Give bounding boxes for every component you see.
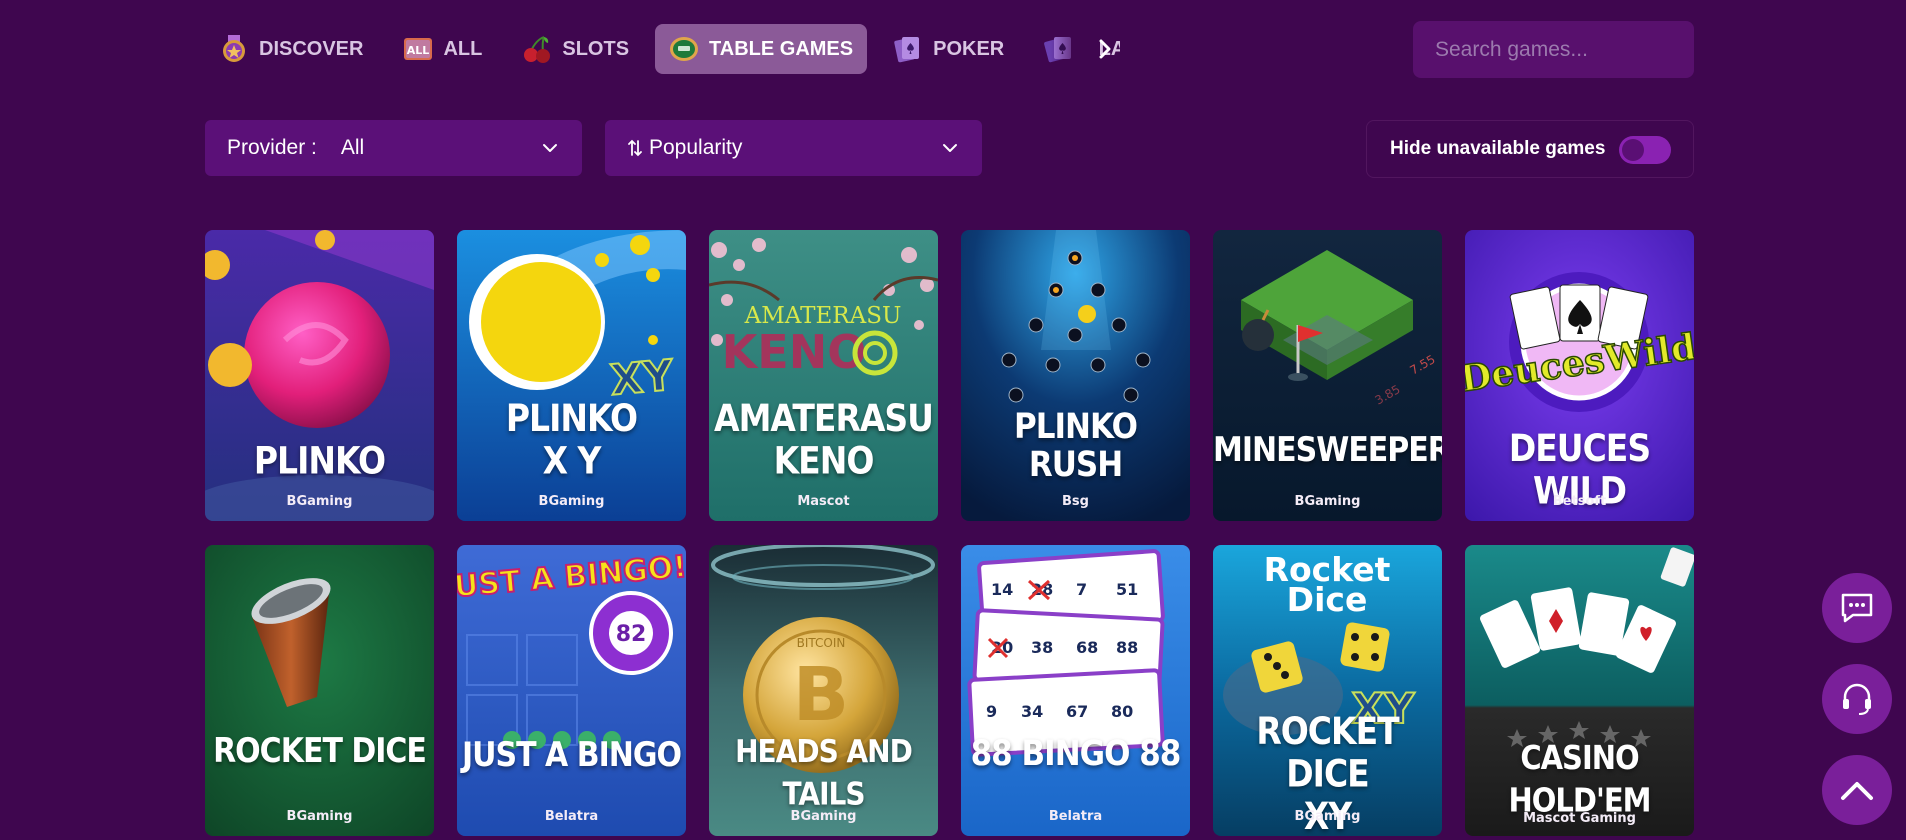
game-title: HEADS AND TAILS <box>735 732 913 813</box>
tab-poker-label: POKER <box>933 37 1005 60</box>
svg-text:38: 38 <box>1031 638 1053 657</box>
game-provider: Bsg <box>1062 494 1089 509</box>
svg-text:51: 51 <box>1116 580 1138 599</box>
game-card-plinko-rush[interactable]: PLINKO RUSH Bsg <box>961 230 1190 521</box>
game-provider: Betsoft <box>1552 494 1607 509</box>
provider-select[interactable]: Provider : All <box>205 120 582 176</box>
svg-text:ALL: ALL <box>407 44 430 57</box>
game-card-minesweepere[interactable]: 7.55 3.85 MINESWEEPERE BGaming <box>1213 230 1442 521</box>
game-card-heads-and-tails[interactable]: B BITCOIN HEADS AND TAILS BGaming <box>709 545 938 836</box>
table-chip-icon <box>670 37 699 61</box>
game-provider: BGaming <box>286 494 353 509</box>
svg-text:14: 14 <box>991 580 1013 599</box>
game-title: 88 BINGO 88 <box>970 733 1182 775</box>
game-title: ROCKET DICE <box>213 731 427 772</box>
game-card-deuces-wild[interactable]: DeucesWild DEUCES WILD Betsoft <box>1465 230 1694 521</box>
chat-icon <box>1841 593 1873 623</box>
hide-unavailable-label: Hide unavailable games <box>1390 138 1606 159</box>
game-title: AMATERASU KENO <box>714 396 934 483</box>
provider-label: Provider : <box>227 136 317 159</box>
tab-all[interactable]: ALL ALL <box>389 24 496 74</box>
support-button[interactable] <box>1822 664 1892 734</box>
chevron-down-icon <box>943 144 957 152</box>
game-card-rocket-dice[interactable]: ROCKET DICE BGaming <box>205 545 434 836</box>
game-provider: BGaming <box>286 809 353 824</box>
search-input[interactable] <box>1435 37 1706 62</box>
chevron-right-icon <box>1099 39 1111 59</box>
game-art: 14 28 7 51 20 38 68 88 9 34 67 80 <box>961 545 1190 836</box>
game-title: JUST A BINGO <box>462 735 682 776</box>
game-title: CASINO HOLD'EM <box>1508 738 1651 820</box>
game-provider: BGaming <box>1294 809 1361 824</box>
toggle-knob <box>1622 139 1644 161</box>
search-box <box>1413 21 1706 78</box>
game-title: PLINKO RUSH <box>1014 406 1138 486</box>
game-card-88-bingo-88[interactable]: 14 28 7 51 20 38 68 88 9 34 67 80 88 BINGO 88 Bel… <box>961 545 1190 836</box>
game-provider: Mascot Gaming <box>1523 811 1636 826</box>
game-provider: BGaming <box>538 494 605 509</box>
all-games-icon: ALL <box>404 38 433 60</box>
tab-discover-label: DISCOVER <box>259 37 364 60</box>
game-art: 7.55 3.85 <box>1213 230 1442 521</box>
cherry-icon <box>524 36 551 63</box>
game-provider: BGaming <box>1294 494 1361 509</box>
game-art <box>205 545 434 836</box>
game-card-rocket-dice-xy[interactable]: XY Rocket Dice ROCKET DICE XY BGaming <box>1213 545 1442 836</box>
game-card-just-a-bingo[interactable]: JUST A BINGO! 82 JUST A BINGO Belatra <box>457 545 686 836</box>
scroll-top-icon <box>1841 782 1873 800</box>
chat-button[interactable] <box>1822 573 1892 643</box>
svg-text:7: 7 <box>1076 580 1087 599</box>
provider-value: All <box>340 136 365 159</box>
game-card-plinko-xy[interactable]: XY PLINKO X Y BGaming <box>457 230 686 521</box>
tab-table-games-label: TABLE GAMES <box>709 37 854 60</box>
support-headset-icon <box>1843 683 1871 715</box>
svg-text:68: 68 <box>1076 638 1098 657</box>
tab-slots[interactable]: SLOTS <box>508 24 643 74</box>
svg-text:34: 34 <box>1021 702 1043 721</box>
discover-medal-icon <box>223 35 245 62</box>
coin-art-text: BITCOIN <box>797 636 846 650</box>
game-title: PLINKO <box>253 438 386 483</box>
game-title: PLINKO X Y <box>505 396 638 483</box>
keno-art-text: KENO <box>722 325 867 379</box>
hide-unavailable-container: Hide unavailable games <box>1366 120 1694 178</box>
game-provider: Belatra <box>1048 809 1103 824</box>
svg-text:9: 9 <box>986 702 997 721</box>
games-grid: PLINKO BGaming XY PLINKO X Y BGaming AMA… <box>205 230 1694 836</box>
scroll-top-button[interactable] <box>1822 755 1892 825</box>
game-art: JUST A BINGO! 82 <box>457 545 686 836</box>
sort-arrows-icon <box>628 139 642 157</box>
nav-next-button[interactable] <box>1090 32 1120 66</box>
svg-text:B: B <box>793 652 849 738</box>
hide-unavailable-toggle[interactable] <box>1619 136 1671 164</box>
chevron-down-icon <box>543 144 557 152</box>
tab-discover[interactable]: DISCOVER <box>205 24 377 74</box>
sort-select[interactable]: Popularity <box>605 120 982 176</box>
tab-table-games[interactable]: TABLE GAMES <box>655 24 868 74</box>
sort-value: Popularity <box>649 136 743 159</box>
game-provider: Mascot <box>797 494 850 509</box>
poker-card-icon <box>894 37 920 63</box>
svg-text:80: 80 <box>1111 702 1133 721</box>
game-card-amaterasu-keno[interactable]: AMATERASU KENO AMATERASU KENO Mascot <box>709 230 938 521</box>
game-provider: Belatra <box>544 809 599 824</box>
tab-all-label: ALL <box>443 37 483 60</box>
bingo-ball-number: 82 <box>616 622 647 647</box>
svg-text:88: 88 <box>1116 638 1138 657</box>
game-card-plinko[interactable]: PLINKO BGaming <box>205 230 434 521</box>
tab-poker[interactable]: POKER <box>879 24 1018 74</box>
game-title: MINESWEEPERE <box>1213 430 1442 471</box>
category-nav: DISCOVER ALL ALL SLOTS TABLE GAMES POKER… <box>205 24 1120 74</box>
svg-text:67: 67 <box>1066 702 1088 721</box>
rocket-dice-art-line2: Dice <box>1287 580 1368 619</box>
tab-slots-label: SLOTS <box>562 37 630 60</box>
game-provider: BGaming <box>790 809 857 824</box>
game-card-casino-holdem[interactable]: CASINO HOLD'EM Mascot Gaming <box>1465 545 1694 836</box>
